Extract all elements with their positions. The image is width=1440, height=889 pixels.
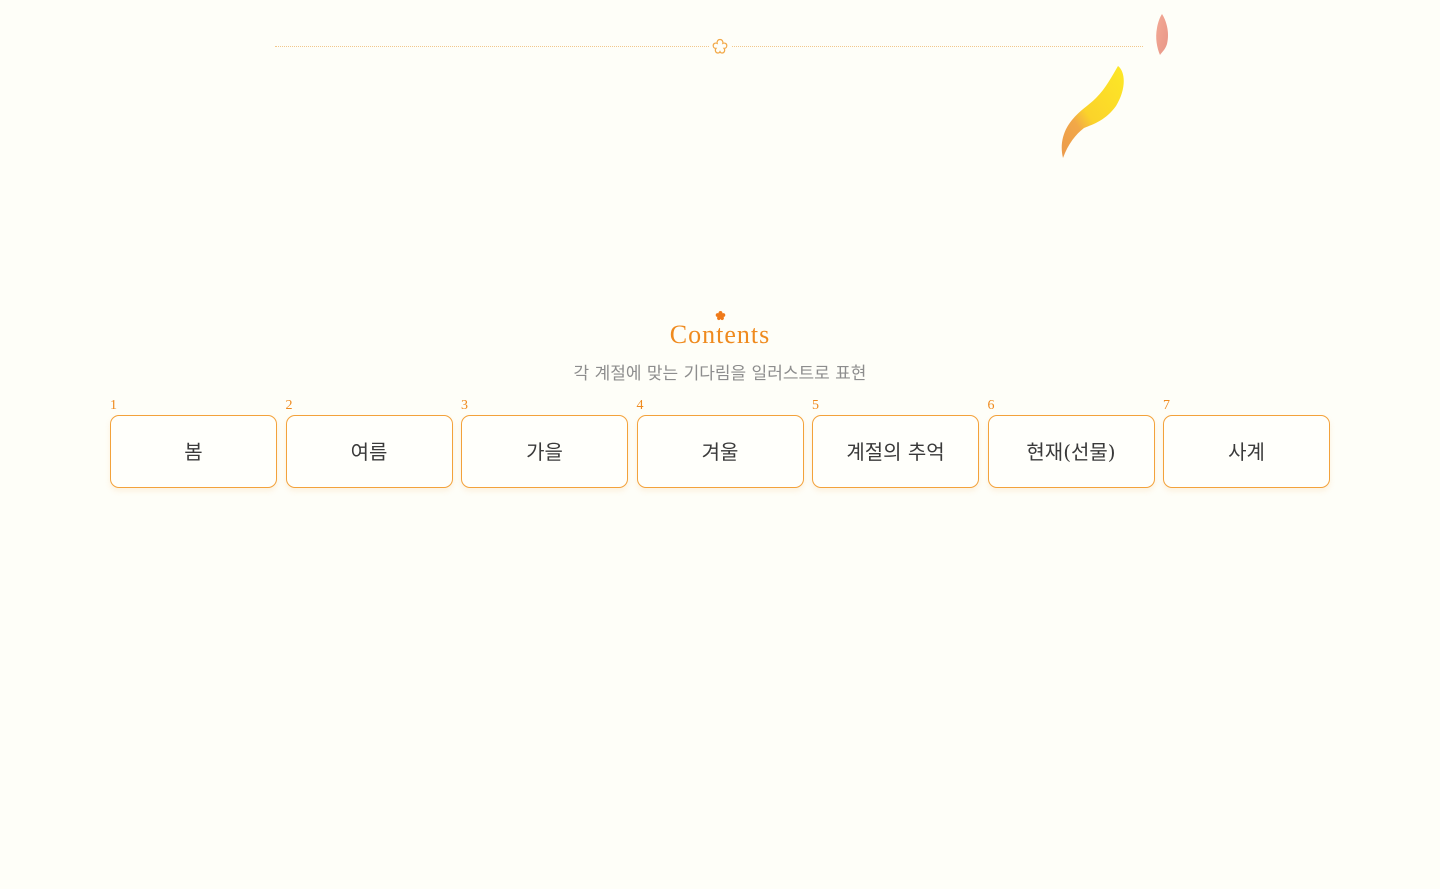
tab-label: 겨울 xyxy=(701,439,739,464)
tab-number: 3 xyxy=(461,398,468,413)
tab-number: 6 xyxy=(987,398,995,413)
contents-header: Contents 각 계절에 맞는 기다림을 일러스트로 표현 xyxy=(0,308,1440,385)
tab-spring[interactable]: 1 봄 xyxy=(110,398,278,488)
tab-four-seasons[interactable]: 7 사계 xyxy=(1163,398,1331,488)
contents-subtitle: 각 계절에 맞는 기다림을 일러스트로 표현 xyxy=(573,364,867,384)
tab-button[interactable]: 겨울 xyxy=(636,415,804,488)
tab-number: 1 xyxy=(110,398,117,413)
tab-label: 여름 xyxy=(350,439,388,464)
tab-button[interactable]: 여름 xyxy=(285,415,453,488)
pink-petal-icon xyxy=(1150,12,1174,60)
tab-button[interactable]: 가을 xyxy=(461,415,628,488)
tab-label: 현재(선물) xyxy=(1026,439,1116,464)
tab-button[interactable]: 사계 xyxy=(1163,415,1330,488)
flower-outline-icon xyxy=(709,36,731,58)
tab-label: 계절의 추억 xyxy=(846,439,945,464)
tab-number: 4 xyxy=(636,398,644,413)
tab-present-gift[interactable]: 6 현재(선물) xyxy=(987,398,1156,488)
tab-label: 봄 xyxy=(184,439,203,464)
season-tabs: 1 봄 2 여름 3 가을 4 겨울 5 계절의 추억 6 현재(선물) 7 사… xyxy=(110,398,1330,490)
contents-title: Contents xyxy=(669,320,771,349)
tab-number: 7 xyxy=(1163,398,1170,413)
tab-label: 가을 xyxy=(526,439,563,464)
tab-button[interactable]: 계절의 추억 xyxy=(812,415,979,488)
yellow-leaf-icon xyxy=(1058,62,1130,162)
tab-autumn[interactable]: 3 가을 xyxy=(461,398,629,488)
tab-number: 2 xyxy=(285,398,293,413)
tab-button[interactable]: 봄 xyxy=(110,415,277,488)
tab-season-memories[interactable]: 5 계절의 추억 xyxy=(812,398,980,488)
tab-number: 5 xyxy=(812,398,819,413)
page: Contents 각 계절에 맞는 기다림을 일러스트로 표현 1 봄 2 여름… xyxy=(0,0,1440,889)
tab-winter[interactable]: 4 겨울 xyxy=(636,398,805,488)
tab-button[interactable]: 현재(선물) xyxy=(987,415,1155,488)
tab-label: 사계 xyxy=(1228,439,1265,464)
tab-summer[interactable]: 2 여름 xyxy=(285,398,454,488)
